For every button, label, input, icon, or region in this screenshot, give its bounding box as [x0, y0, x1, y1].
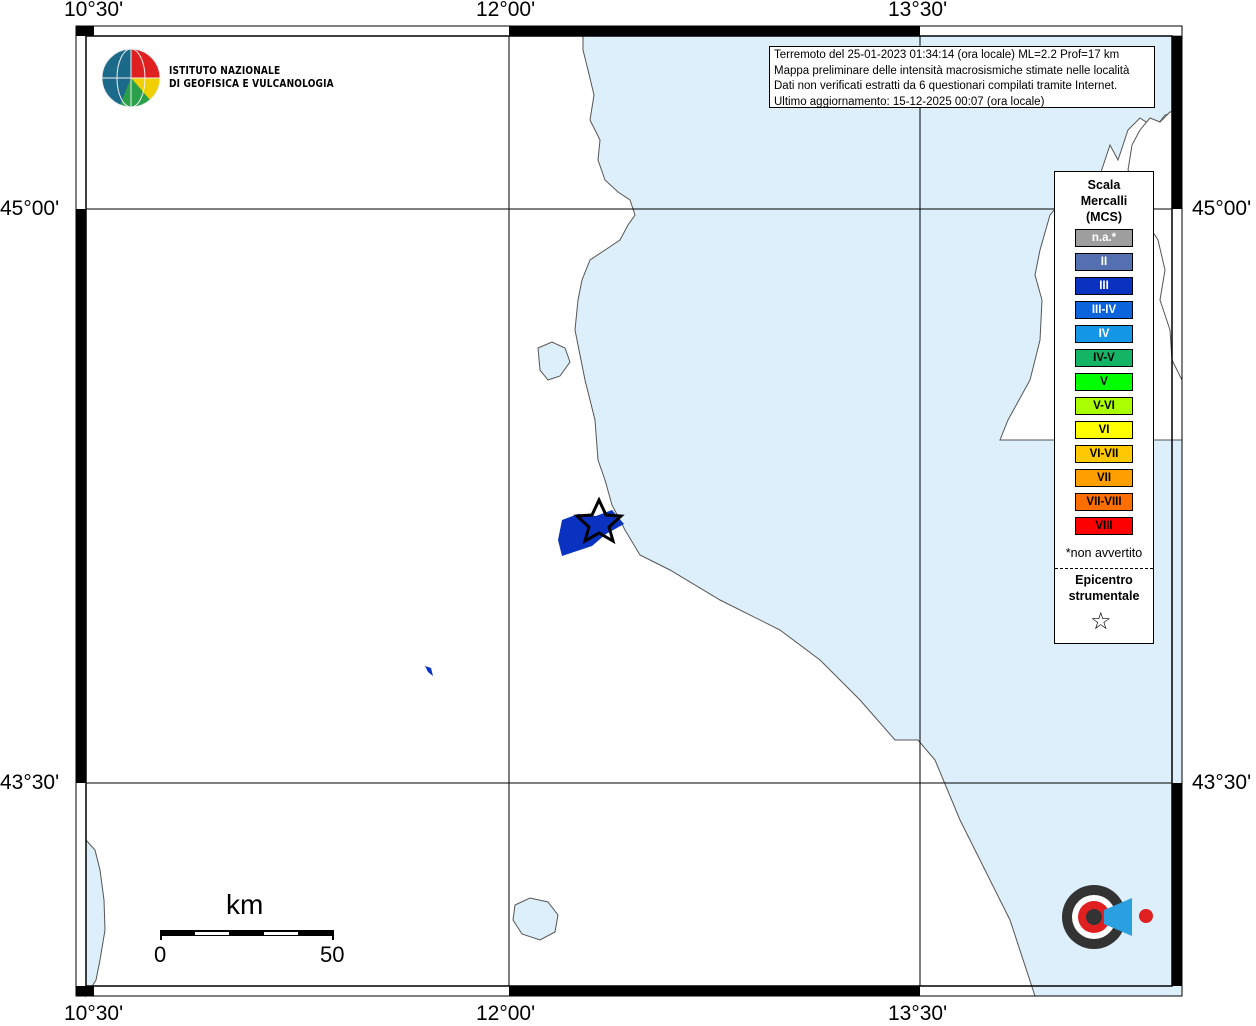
legend-epicenter-line1: Epicentro: [1075, 573, 1133, 587]
info-line-3: Dati non verificati estratti da 6 questi…: [774, 80, 1118, 92]
ingv-logo-text: ISTITUTO NAZIONALE DI GEOFISICA E VULCAN…: [169, 64, 334, 90]
scale-min-label: 0: [154, 942, 167, 967]
lat-label-left-2: 43°30': [0, 771, 60, 794]
legend-na-note: *non avvertito: [1065, 546, 1143, 560]
info-line-4: Ultimo aggiornamento: 15-12-2025 00:07 (…: [774, 95, 1045, 108]
lat-label-left-1: 45°00': [0, 197, 60, 220]
lon-label-top-1: 10°30': [64, 0, 124, 21]
ingv-logo-icon: [101, 48, 161, 108]
legend-swatch: IV-V: [1075, 349, 1133, 367]
legend-swatch: IV: [1075, 325, 1133, 343]
scale-unit-label: km: [226, 889, 264, 920]
legend-swatch: VII-VIII: [1075, 493, 1133, 511]
legend-title-line2: Mercalli: [1080, 194, 1128, 208]
lon-label-top-3: 13°30': [888, 0, 948, 21]
ingv-logo-line1: ISTITUTO NAZIONALE: [169, 64, 281, 77]
legend-title: Scala Mercalli (MCS): [1055, 177, 1153, 225]
legend-swatch: II: [1075, 253, 1133, 271]
legend-swatch: III: [1075, 277, 1133, 295]
event-info-box: Terremoto del 25-01-2023 01:34:14 (ora l…: [769, 46, 1155, 108]
star-outline-icon: ☆: [1090, 608, 1112, 635]
lat-label-right-2: 43°30': [1192, 771, 1252, 794]
legend-swatch: V: [1075, 373, 1133, 391]
legend-swatch: III-IV: [1075, 301, 1133, 319]
info-line-2: Mappa preliminare delle intensità macros…: [774, 64, 1130, 77]
lon-label-bottom-3: 13°30': [888, 1002, 948, 1025]
ingv-logo-line2: DI GEOFISICA E VULCANOLOGIA: [169, 77, 334, 90]
lat-label-right-1: 45°00': [1192, 197, 1252, 220]
legend-epicenter-line2: strumentale: [1068, 589, 1140, 603]
legend-title-line1: Scala: [1087, 178, 1121, 192]
info-line-1: Terremoto del 25-01-2023 01:34:14 (ora l…: [774, 49, 1120, 61]
lon-label-top-2: 12°00': [476, 0, 536, 21]
lon-label-bottom-2: 12°00': [476, 1002, 536, 1025]
lon-label-bottom-1: 10°30': [64, 1002, 124, 1025]
legend-swatch: n.a.*: [1075, 229, 1133, 247]
legend-separator: [1055, 568, 1153, 569]
legend-swatch: VII: [1075, 469, 1133, 487]
legend-swatch: V-VI: [1075, 397, 1133, 415]
legend-title-line3: (MCS): [1085, 210, 1123, 224]
mcs-legend: Scala Mercalli (MCS) n.a.* II III III-IV IV I…: [1054, 171, 1154, 644]
legend-swatch: VI-VII: [1075, 445, 1133, 463]
scale-max-label: 50: [320, 942, 345, 967]
legend-epicenter-title: Epicentro strumentale: [1055, 572, 1153, 604]
legend-swatch: VI: [1075, 421, 1133, 439]
legend-swatch: VIII: [1075, 517, 1133, 535]
